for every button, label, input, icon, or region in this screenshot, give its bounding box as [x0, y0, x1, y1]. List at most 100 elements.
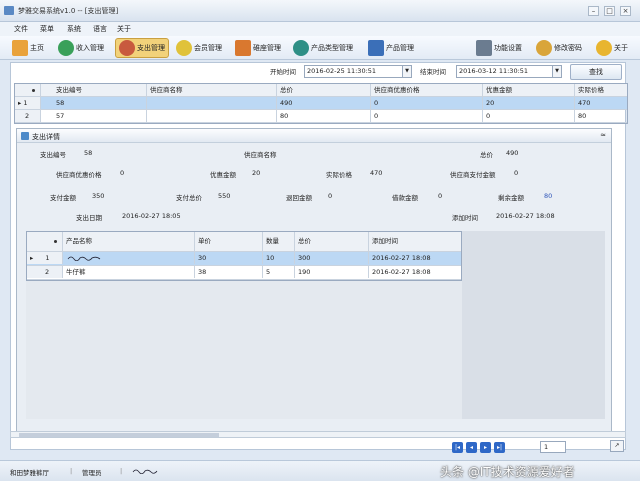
horizontal-scrollbar[interactable]: [10, 431, 626, 438]
menu-language[interactable]: 语言: [93, 24, 107, 34]
maximize-button[interactable]: □: [604, 6, 615, 16]
supplier-discount-label: 供应商优惠价格: [56, 171, 102, 179]
income-label: 收入管理: [76, 44, 104, 52]
detail-icon: [21, 132, 29, 140]
total-label: 总价: [480, 151, 493, 159]
cell-sub-total[interactable]: 300: [295, 252, 369, 264]
header-added-time[interactable]: 添加时间: [369, 232, 461, 251]
function-settings-button[interactable]: 功能设置: [476, 38, 522, 58]
header-quantity[interactable]: 数量: [263, 232, 295, 251]
search-button[interactable]: 查找: [570, 64, 622, 80]
start-time-label: 开始时间: [270, 68, 296, 76]
cell-supplier-discount[interactable]: 0: [371, 110, 483, 122]
product-management-button[interactable]: 产品管理: [368, 38, 414, 58]
header-sub-total[interactable]: 总价: [295, 232, 369, 251]
expense-label: 支出管理: [137, 44, 165, 52]
row-header[interactable]: ▸ 1: [27, 252, 63, 264]
cell-product-name[interactable]: [63, 252, 195, 264]
borrow-label: 借款金额: [392, 194, 418, 202]
end-time-picker[interactable]: 2016-03-12 11:30:51 ▼: [456, 65, 562, 78]
go-page-button[interactable]: ↗: [610, 440, 624, 452]
table-row[interactable]: 2 57 80 0 0 80: [15, 110, 627, 123]
sub-header-row: 产品名称 单价 数量 总价 添加时间: [27, 232, 461, 252]
lock-icon: [536, 40, 552, 56]
header-discount-amount[interactable]: 优惠金额: [483, 84, 575, 96]
header-unit-price[interactable]: 单价: [195, 232, 263, 251]
row-header[interactable]: ▸ 1: [15, 97, 41, 109]
start-time-picker[interactable]: 2016-02-25 11:30:51 ▼: [304, 65, 412, 78]
change-password-button[interactable]: 修改密码: [536, 38, 582, 58]
tools-icon: [476, 40, 492, 56]
cell-actual-price[interactable]: 80: [575, 110, 627, 122]
total-value: 490: [506, 149, 519, 157]
end-time-label: 结束时间: [420, 68, 446, 76]
cell-unit-price[interactable]: 38: [195, 266, 263, 278]
chevron-down-icon[interactable]: ▼: [552, 66, 561, 77]
header-total[interactable]: 总价: [277, 84, 371, 96]
warehouse-management-button[interactable]: 碓座管理: [235, 38, 281, 58]
table-row[interactable]: ▸ 1 30 10 300 2016-02-27 18:08: [27, 252, 461, 266]
expense-date-label: 支出日期: [76, 214, 102, 222]
cell-total[interactable]: 80: [277, 110, 371, 122]
actual-price-label: 实际价格: [326, 171, 352, 179]
row-header[interactable]: 2: [27, 266, 63, 278]
menu-system[interactable]: 系统: [67, 24, 81, 34]
collapse-icon[interactable]: ≈: [600, 131, 606, 139]
minimize-button[interactable]: –: [588, 6, 599, 16]
chevron-down-icon[interactable]: ▼: [402, 66, 411, 77]
menu-bar: 文件 菜单 系统 语言 关于: [0, 22, 640, 36]
cell-supplier-discount[interactable]: 0: [371, 97, 483, 109]
actual-price-value: 470: [370, 169, 383, 177]
cell-total[interactable]: 490: [277, 97, 371, 109]
menu-about[interactable]: 关于: [117, 24, 131, 34]
cell-expense-no[interactable]: 57: [53, 110, 147, 122]
scribbled-name-graphic: [67, 256, 101, 261]
cell-product-name[interactable]: 牛仔裤: [63, 266, 195, 278]
header-product-name[interactable]: 产品名称: [63, 232, 195, 251]
row-indicator-dot: [32, 89, 35, 92]
product-type-management-button[interactable]: 产品类型管理: [293, 38, 353, 58]
cell-supplier-name[interactable]: [147, 97, 277, 109]
table-row[interactable]: 2 牛仔裤 38 5 190 2016-02-27 18:08: [27, 266, 461, 280]
header-expense-no[interactable]: 支出编号: [53, 84, 147, 96]
income-management-button[interactable]: 收入管理: [58, 38, 104, 58]
cell-actual-price[interactable]: 470: [575, 97, 627, 109]
cell-discount-amount[interactable]: 20: [483, 97, 575, 109]
menu-menu[interactable]: 菜单: [40, 24, 54, 34]
supplier-paid-label: 供应商支付金额: [450, 171, 496, 179]
about-button[interactable]: 关于: [596, 38, 628, 58]
header-supplier-name[interactable]: 供应商名称: [147, 84, 277, 96]
close-button[interactable]: ×: [620, 6, 631, 16]
header-actual-price[interactable]: 实际价格: [575, 84, 627, 96]
prev-page-button[interactable]: ◂: [466, 442, 477, 453]
home-button[interactable]: 主页: [12, 38, 44, 58]
header-supplier-discount[interactable]: 供应商优惠价格: [371, 84, 483, 96]
added-time-label: 添加时间: [452, 214, 478, 222]
first-page-button[interactable]: |◂: [452, 442, 463, 453]
cell-added-time[interactable]: 2016-02-27 18:08: [369, 266, 461, 278]
menu-file[interactable]: 文件: [14, 24, 28, 34]
supplier-name-label: 供应商名称: [244, 151, 277, 159]
next-page-button[interactable]: ▸: [480, 442, 491, 453]
cell-supplier-name[interactable]: [147, 110, 277, 122]
cell-quantity[interactable]: 10: [263, 252, 295, 264]
cell-expense-no[interactable]: 58: [53, 97, 147, 109]
row-indicator-dot: [54, 240, 57, 243]
table-row[interactable]: ▸ 1 58 490 0 20 470: [15, 97, 627, 110]
cell-quantity[interactable]: 5: [263, 266, 295, 278]
member-icon: [176, 40, 192, 56]
home-label: 主页: [30, 44, 44, 52]
cell-unit-price[interactable]: 30: [195, 252, 263, 264]
row-selected-arrow-icon: ▸: [18, 99, 22, 107]
cell-added-time[interactable]: 2016-02-27 18:08: [369, 252, 461, 264]
expense-icon: [119, 40, 135, 56]
row-header[interactable]: 2: [15, 110, 41, 122]
cell-sub-total[interactable]: 190: [295, 266, 369, 278]
expense-management-button[interactable]: 支出管理: [115, 38, 169, 58]
header-corner: [15, 84, 41, 96]
last-page-button[interactable]: ▸|: [494, 442, 505, 453]
page-number-input[interactable]: 1: [540, 441, 566, 453]
scrollbar-thumb[interactable]: [19, 433, 219, 437]
member-management-button[interactable]: 会员管理: [176, 38, 222, 58]
cell-discount-amount[interactable]: 0: [483, 110, 575, 122]
